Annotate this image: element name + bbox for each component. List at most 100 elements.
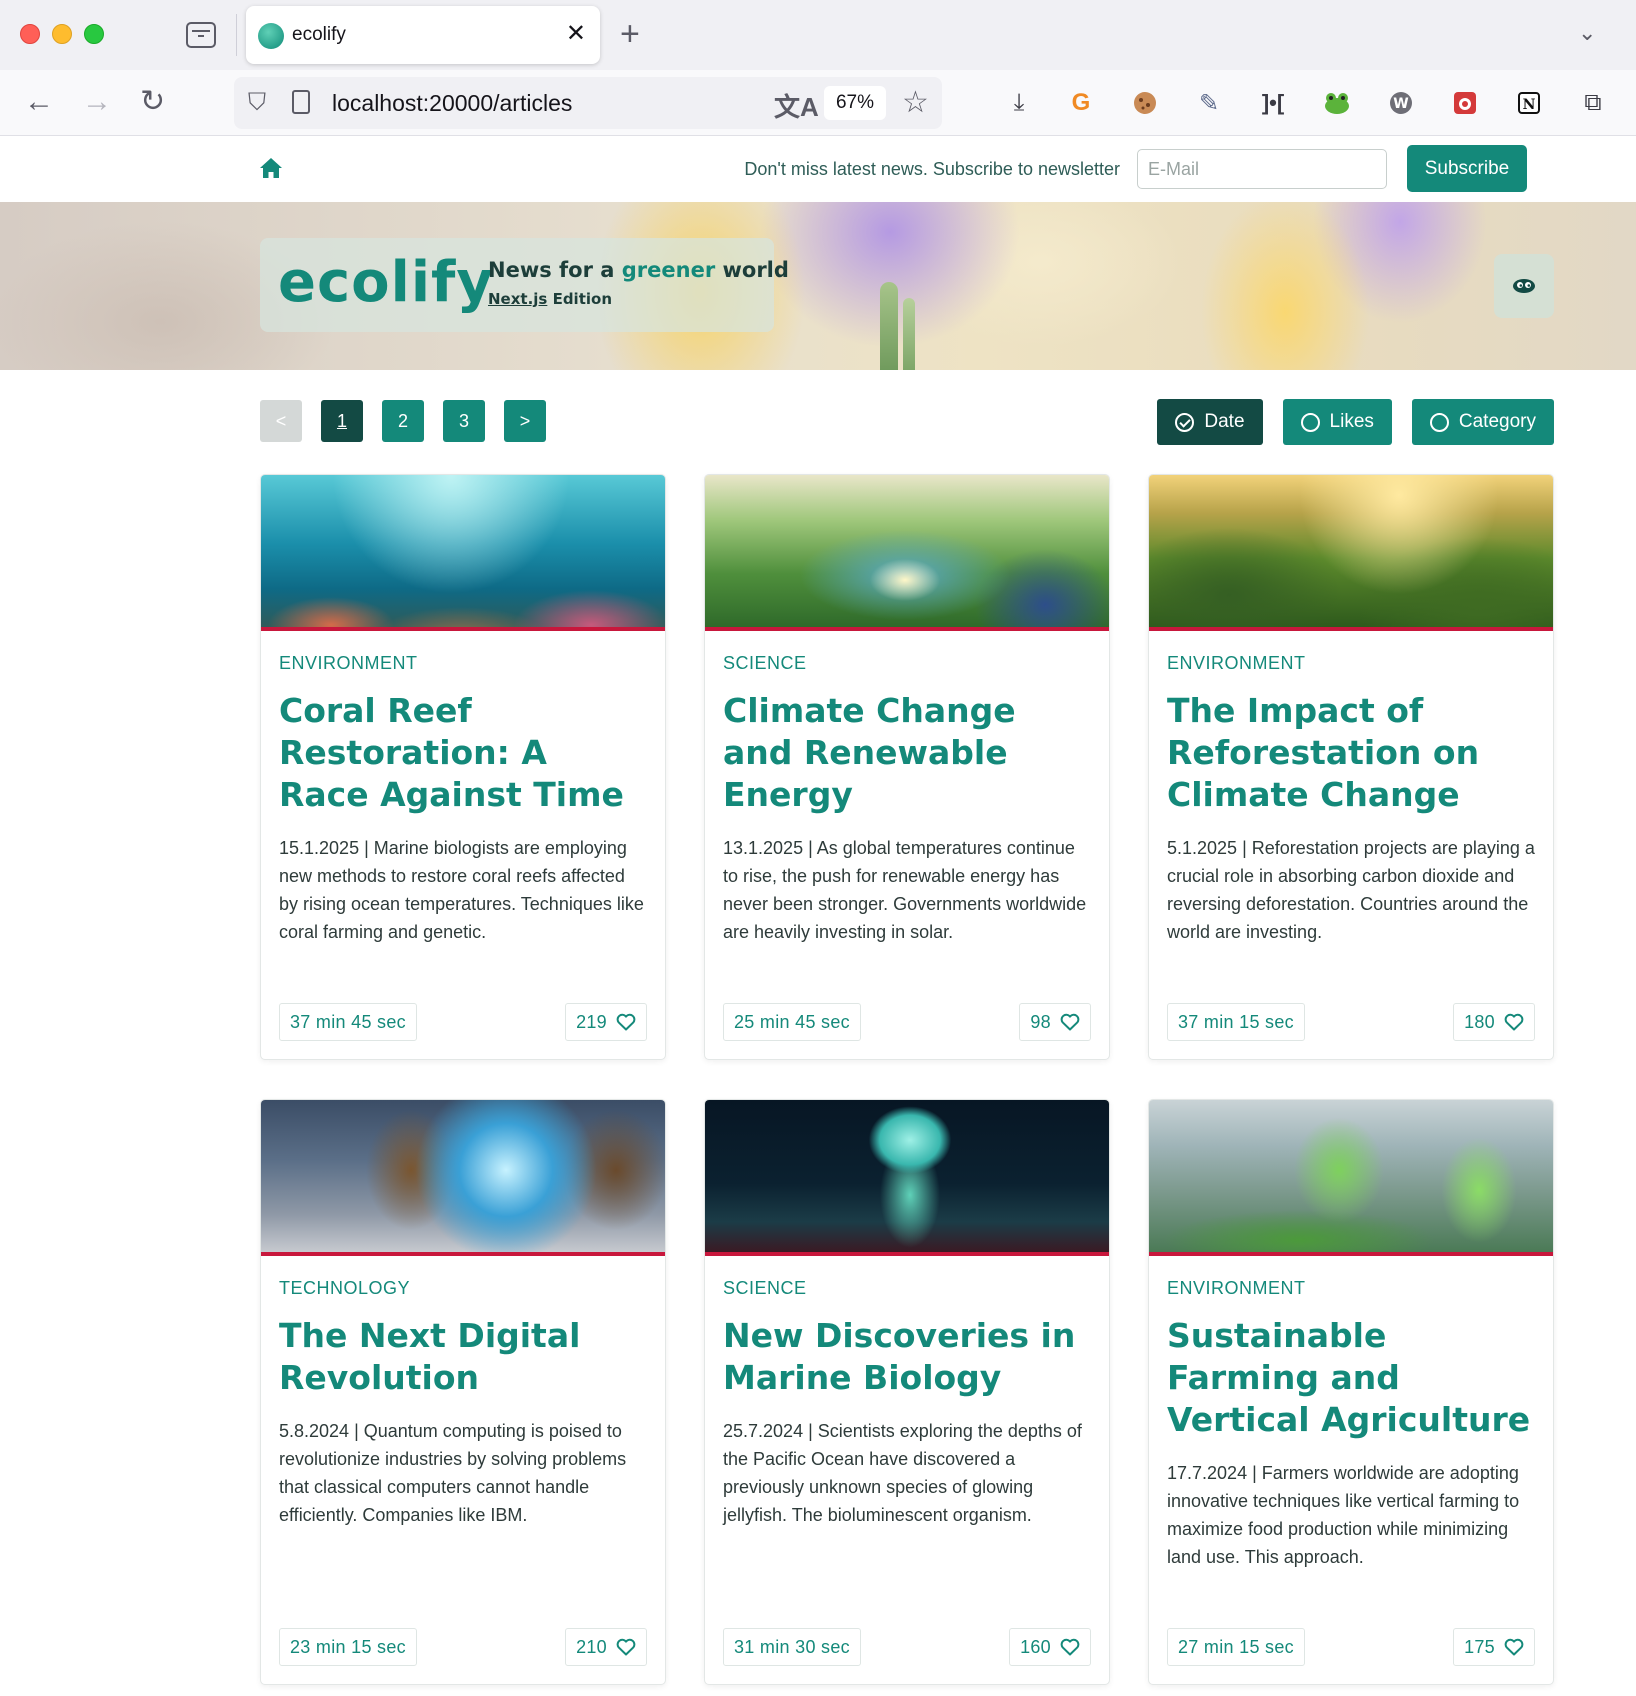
like-button[interactable]: 219: [565, 1003, 647, 1041]
prev-page-button[interactable]: <: [260, 400, 302, 442]
frog-extension-icon[interactable]: [1320, 86, 1354, 120]
bracket-extension-icon[interactable]: ]•[: [1256, 86, 1290, 120]
article-title[interactable]: New Discoveries in Marine Biology: [723, 1315, 1091, 1399]
subscribe-button[interactable]: Subscribe: [1407, 145, 1527, 192]
nextjs-link[interactable]: Next.js: [488, 290, 547, 308]
heart-icon: [1504, 1638, 1524, 1656]
edition-label: Edition: [552, 290, 612, 308]
sort-by-likes-button[interactable]: Likes: [1282, 399, 1392, 445]
page-button-1[interactable]: 1: [321, 400, 363, 442]
download-icon[interactable]: ⤓: [1002, 86, 1036, 120]
hero-flower-stem: [880, 282, 898, 370]
tab-overview-icon[interactable]: [186, 22, 216, 48]
article-card[interactable]: TECHNOLOGY The Next Digital Revolution 5…: [260, 1099, 666, 1685]
like-button[interactable]: 160: [1009, 1628, 1091, 1666]
color-picker-extension-icon[interactable]: ✎: [1192, 86, 1226, 120]
article-summary: 17.7.2024 | Farmers worldwide are adopti…: [1167, 1463, 1520, 1567]
shield-icon[interactable]: ⛉: [248, 89, 266, 117]
address-bar[interactable]: ⛉ localhost:20000/articles 文A 67% ☆: [234, 77, 942, 129]
site-top-bar: Don't miss latest news. Subscribe to new…: [0, 136, 1636, 202]
read-time-badge: 31 min 30 sec: [723, 1628, 861, 1666]
like-count: 98: [1030, 1011, 1051, 1032]
article-image-jellyfish[interactable]: [705, 1100, 1109, 1256]
article-title[interactable]: The Impact of Reforestation on Climate C…: [1167, 690, 1535, 816]
notion-extension-icon[interactable]: N: [1512, 86, 1546, 120]
read-time-badge: 37 min 45 sec: [279, 1003, 417, 1041]
page-button-2[interactable]: 2: [382, 400, 424, 442]
minimize-window-button[interactable]: [52, 24, 72, 44]
article-category[interactable]: TECHNOLOGY: [279, 1278, 647, 1299]
like-button[interactable]: 180: [1453, 1003, 1535, 1041]
article-category[interactable]: ENVIRONMENT: [279, 653, 647, 674]
article-category[interactable]: ENVIRONMENT: [1167, 653, 1535, 674]
bug-extension-icon[interactable]: [1448, 86, 1482, 120]
article-card[interactable]: SCIENCE New Discoveries in Marine Biolog…: [704, 1099, 1110, 1685]
home-icon[interactable]: [258, 156, 284, 180]
ecolify-favicon-icon: [258, 23, 284, 49]
article-category[interactable]: SCIENCE: [723, 1278, 1091, 1299]
article-card[interactable]: ENVIRONMENT Sustainable Farming and Vert…: [1148, 1099, 1554, 1685]
page-button-3[interactable]: 3: [443, 400, 485, 442]
browser-nav-bar: ← → ↻ ⛉ localhost:20000/articles 文A 67% …: [0, 70, 1636, 136]
like-count: 180: [1464, 1011, 1495, 1032]
article-title[interactable]: Coral Reef Restoration: A Race Against T…: [279, 690, 647, 816]
cookie-extension-icon[interactable]: [1128, 86, 1162, 120]
zoom-level[interactable]: 67%: [824, 86, 886, 120]
like-button[interactable]: 210: [565, 1628, 647, 1666]
sort-by-category-button[interactable]: Category: [1411, 399, 1554, 445]
article-category[interactable]: SCIENCE: [723, 653, 1091, 674]
bookmark-star-icon[interactable]: ☆: [902, 85, 929, 120]
article-card[interactable]: ENVIRONMENT Coral Reef Restoration: A Ra…: [260, 474, 666, 1060]
tagline-accent: greener: [621, 258, 716, 282]
wordpress-extension-icon[interactable]: W: [1384, 86, 1418, 120]
hero-banner: ecolify News for a greener world Next.js…: [0, 202, 1636, 370]
close-tab-icon[interactable]: ✕: [566, 20, 586, 48]
like-count: 210: [576, 1636, 607, 1657]
svg-text:W: W: [1393, 96, 1408, 112]
article-image-coral-reef[interactable]: [261, 475, 665, 631]
like-button[interactable]: 98: [1019, 1003, 1091, 1041]
browser-tab-active[interactable]: ecolify ✕: [246, 6, 600, 64]
sort-date-label: Date: [1204, 411, 1245, 432]
article-title[interactable]: Sustainable Farming and Vertical Agricul…: [1167, 1315, 1535, 1441]
email-field[interactable]: [1137, 149, 1387, 189]
close-window-button[interactable]: [20, 24, 40, 44]
heart-icon: [1504, 1013, 1524, 1031]
tab-divider: [236, 14, 237, 56]
article-category[interactable]: ENVIRONMENT: [1167, 1278, 1535, 1299]
chevron-down-icon[interactable]: ⌄: [1578, 20, 1596, 46]
site-tagline: News for a greener world: [488, 258, 789, 282]
new-tab-icon[interactable]: +: [620, 14, 640, 54]
read-time-badge: 27 min 15 sec: [1167, 1628, 1305, 1666]
article-summary: 13.1.2025 | As global temperatures conti…: [723, 838, 1087, 942]
back-arrow-icon[interactable]: ←: [24, 84, 54, 120]
heart-icon: [616, 1013, 636, 1031]
read-time-badge: 37 min 15 sec: [1167, 1003, 1305, 1041]
article-card[interactable]: SCIENCE Climate Change and Renewable Ene…: [704, 474, 1110, 1060]
reload-icon[interactable]: ↻: [140, 84, 165, 120]
article-image-renewable-energy[interactable]: [705, 475, 1109, 631]
article-card[interactable]: ENVIRONMENT The Impact of Reforestation …: [1148, 474, 1554, 1060]
article-image-reforestation[interactable]: [1149, 475, 1553, 631]
maximize-window-button[interactable]: [84, 24, 104, 44]
grammarly-extension-icon[interactable]: G: [1064, 86, 1098, 120]
sort-by-date-button[interactable]: Date: [1157, 399, 1263, 445]
forward-arrow-icon[interactable]: →: [82, 84, 112, 120]
like-button[interactable]: 175: [1453, 1628, 1535, 1666]
theme-toggle-button[interactable]: [1494, 254, 1554, 318]
article-title[interactable]: Climate Change and Renewable Energy: [723, 690, 1091, 816]
site-logo[interactable]: ecolify: [278, 250, 494, 316]
hero-flower-stem: [903, 298, 915, 370]
translate-icon[interactable]: 文A: [774, 87, 819, 124]
page-icon: [292, 90, 310, 114]
browser-tab-bar: ecolify ✕ + ⌄: [0, 0, 1636, 70]
tagline-start: News for a: [488, 258, 615, 282]
next-page-button[interactable]: >: [504, 400, 546, 442]
url-text[interactable]: localhost:20000/articles: [332, 90, 572, 117]
extensions-puzzle-icon[interactable]: ⧉: [1576, 86, 1610, 120]
newsletter-prompt: Don't miss latest news. Subscribe to new…: [744, 159, 1120, 179]
article-title[interactable]: The Next Digital Revolution: [279, 1315, 647, 1399]
article-image-vertical-farming[interactable]: [1149, 1100, 1553, 1256]
article-image-quantum-computing[interactable]: [261, 1100, 665, 1256]
logo-card: ecolify News for a greener world Next.js…: [260, 238, 789, 332]
